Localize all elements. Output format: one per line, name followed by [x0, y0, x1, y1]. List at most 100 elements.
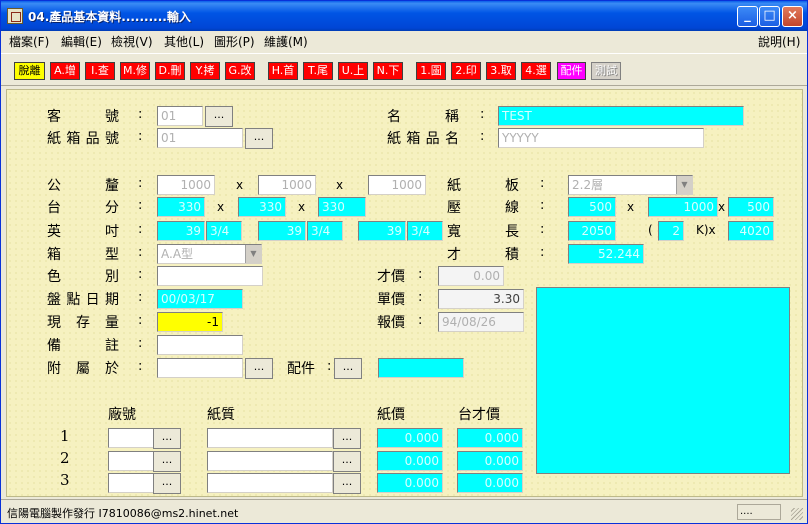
- k-close: K)x: [696, 223, 716, 237]
- paper-price-field-2[interactable]: 0.000: [377, 451, 443, 471]
- title-bar[interactable]: 04.產品基本資料..........輸入 _ □ ×: [1, 1, 807, 31]
- length-field[interactable]: 4020: [728, 221, 774, 241]
- width-field[interactable]: 2050: [568, 221, 616, 241]
- select-tool-button[interactable]: 4.選: [521, 62, 551, 80]
- board-select-value: 2.2層: [572, 178, 604, 192]
- tai-cai-price-field-2[interactable]: 0.000: [457, 451, 523, 471]
- board-label: 紙 板: [447, 178, 519, 194]
- inch-label: 英 吋: [47, 224, 119, 240]
- colon: :: [540, 222, 545, 237]
- box-type-select-value: A.A型: [161, 247, 194, 261]
- graph-tool-button[interactable]: 1.圖: [416, 62, 446, 80]
- print-tool-button[interactable]: 2.印: [451, 62, 481, 80]
- tai-cai-price-field-3[interactable]: 0.000: [457, 473, 523, 493]
- parts-field[interactable]: [378, 358, 464, 378]
- change-tool-button[interactable]: G.改: [225, 62, 255, 80]
- paper-lookup-button-3[interactable]: ...: [333, 473, 361, 494]
- inch-width-field[interactable]: 39: [258, 221, 306, 241]
- menu-maintain[interactable]: 維護(M): [264, 33, 308, 50]
- colon: :: [480, 129, 485, 144]
- minimize-button[interactable]: _: [737, 6, 758, 27]
- factory-lookup-button-3[interactable]: ...: [153, 473, 181, 494]
- times-sign: x: [236, 178, 244, 192]
- factory-lookup-button-2[interactable]: ...: [153, 451, 181, 472]
- factory-no-field-3[interactable]: [108, 473, 154, 493]
- modify-tool-button[interactable]: M.修: [120, 62, 150, 80]
- exit-tool-button[interactable]: 脫離: [14, 62, 45, 80]
- stock-field[interactable]: -1: [157, 312, 223, 332]
- unit-price-field[interactable]: 3.30: [438, 289, 524, 309]
- menu-help[interactable]: 說明(H): [758, 33, 800, 50]
- attached-to-field[interactable]: [157, 358, 243, 378]
- last-tool-button[interactable]: T.尾: [303, 62, 333, 80]
- crease-3-field[interactable]: 500: [728, 197, 774, 217]
- k-open: (: [648, 223, 653, 237]
- close-button[interactable]: ×: [782, 6, 803, 27]
- paper-quality-field-2[interactable]: [207, 451, 333, 471]
- inch-width-fraction-field[interactable]: 3/4: [307, 221, 343, 241]
- price-per-cai-field[interactable]: 0.00: [438, 266, 504, 286]
- area-field[interactable]: 52.244: [568, 244, 644, 264]
- crease-2-field[interactable]: 1000: [648, 197, 718, 217]
- first-tool-button[interactable]: H.首: [268, 62, 298, 80]
- menu-other[interactable]: 其他(L): [164, 33, 204, 50]
- box-item-name-field[interactable]: YYYYY: [498, 128, 704, 148]
- test-tool-button[interactable]: 測試: [591, 62, 621, 80]
- paper-quality-field-3[interactable]: [207, 473, 333, 493]
- crease-1-field[interactable]: 500: [568, 197, 616, 217]
- fetch-tool-button[interactable]: 3.取: [486, 62, 516, 80]
- mm-length-field[interactable]: 1000: [157, 175, 215, 195]
- colon: :: [540, 245, 545, 260]
- factory-lookup-button-1[interactable]: ...: [153, 428, 181, 449]
- prev-tool-button[interactable]: U.上: [338, 62, 368, 80]
- inventory-date-field[interactable]: 00/03/17: [157, 289, 243, 309]
- quote-date-field[interactable]: 94/08/26: [438, 312, 524, 332]
- tf-height-field[interactable]: 330: [318, 197, 366, 217]
- tai-fen-label: 台 分: [47, 200, 119, 216]
- customer-no-field[interactable]: 01: [157, 106, 203, 126]
- tai-cai-price-field-1[interactable]: 0.000: [457, 428, 523, 448]
- mm-width-field[interactable]: 1000: [258, 175, 316, 195]
- attached-to-lookup-button[interactable]: ...: [245, 358, 273, 379]
- inch-height-fraction-field[interactable]: 3/4: [407, 221, 443, 241]
- box-item-no-field[interactable]: 01: [157, 128, 243, 148]
- factory-no-field-1[interactable]: [108, 428, 154, 448]
- chevron-down-icon[interactable]: ▼: [245, 245, 261, 263]
- menu-file[interactable]: 檔案(F): [9, 33, 49, 50]
- query-tool-button[interactable]: I.查: [85, 62, 115, 80]
- parts-tool-button[interactable]: 配件: [557, 62, 586, 80]
- paper-price-header: 紙價: [377, 407, 405, 423]
- next-tool-button[interactable]: N.下: [373, 62, 403, 80]
- box-type-select[interactable]: A.A型 ▼: [157, 244, 262, 264]
- note-field[interactable]: [157, 335, 243, 355]
- paper-price-field-3[interactable]: 0.000: [377, 473, 443, 493]
- paper-price-field-1[interactable]: 0.000: [377, 428, 443, 448]
- inch-height-field[interactable]: 39: [358, 221, 406, 241]
- box-item-lookup-button[interactable]: ...: [245, 128, 273, 149]
- chevron-down-icon[interactable]: ▼: [676, 176, 692, 194]
- add-tool-button[interactable]: A.增: [50, 62, 80, 80]
- factory-no-field-2[interactable]: [108, 451, 154, 471]
- inch-length-field[interactable]: 39: [157, 221, 205, 241]
- resize-grip-icon[interactable]: [791, 508, 803, 520]
- menu-graphics[interactable]: 圖形(P): [214, 33, 255, 50]
- copy-tool-button[interactable]: Y.拷: [190, 62, 220, 80]
- inch-length-fraction-field[interactable]: 3/4: [206, 221, 242, 241]
- board-select[interactable]: 2.2層 ▼: [568, 175, 693, 195]
- delete-tool-button[interactable]: D.刪: [155, 62, 185, 80]
- mm-height-field[interactable]: 1000: [368, 175, 426, 195]
- paper-quality-field-1[interactable]: [207, 428, 333, 448]
- tf-width-field[interactable]: 330: [238, 197, 286, 217]
- menu-view[interactable]: 檢視(V): [111, 33, 153, 50]
- maximize-button[interactable]: □: [759, 6, 780, 27]
- color-field[interactable]: [157, 266, 263, 286]
- paper-lookup-button-1[interactable]: ...: [333, 428, 361, 449]
- customer-lookup-button[interactable]: ...: [205, 106, 233, 127]
- menu-edit[interactable]: 編輯(E): [61, 33, 102, 50]
- paper-lookup-button-2[interactable]: ...: [333, 451, 361, 472]
- k-field[interactable]: 2: [658, 221, 684, 241]
- parts-lookup-button[interactable]: ...: [334, 358, 362, 379]
- colon: :: [540, 198, 545, 213]
- tf-length-field[interactable]: 330: [157, 197, 205, 217]
- name-field[interactable]: TEST: [498, 106, 744, 126]
